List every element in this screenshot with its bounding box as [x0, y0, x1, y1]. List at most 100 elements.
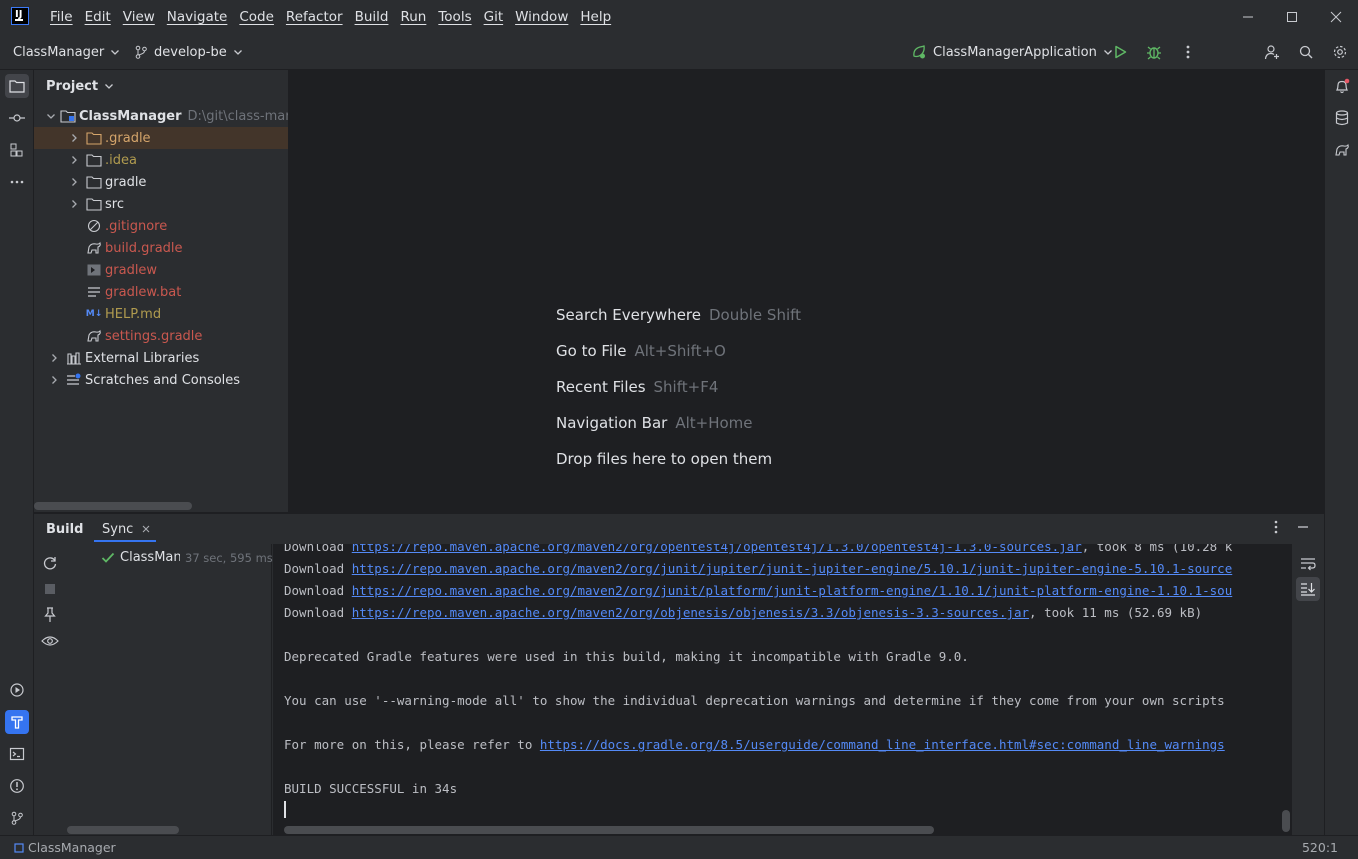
- chevron-down-icon[interactable]: [46, 108, 56, 124]
- account-button[interactable]: [1260, 40, 1284, 64]
- menu-navigate[interactable]: Navigate: [161, 9, 234, 25]
- tree-item-build-gradle[interactable]: build.gradle: [34, 237, 288, 259]
- tree-item-scratches[interactable]: Scratches and Consoles: [34, 369, 288, 391]
- pin-icon: [44, 607, 56, 622]
- tree-item-help-md[interactable]: M↓ HELP.md: [34, 303, 288, 325]
- hint-go-to-file: Go to File Alt+Shift+O: [556, 342, 726, 360]
- database-tool-button[interactable]: [1330, 106, 1354, 130]
- soft-wrap-button[interactable]: [1296, 552, 1320, 576]
- search-icon: [1299, 45, 1313, 59]
- hint-drop-files: Drop files here to open them: [556, 450, 773, 468]
- debug-icon: [1147, 46, 1161, 60]
- menu-view[interactable]: View: [117, 9, 161, 25]
- problems-tool-button[interactable]: [5, 774, 29, 798]
- active-tab-indicator: [94, 540, 156, 542]
- menu-window[interactable]: Window: [509, 9, 574, 25]
- resync-button[interactable]: [38, 551, 62, 575]
- hide-panel-button[interactable]: [1291, 515, 1315, 539]
- hint-recent-files: Recent Files Shift+F4: [556, 378, 719, 396]
- stop-button[interactable]: [38, 577, 62, 601]
- menu-run[interactable]: Run: [394, 9, 432, 25]
- console-link[interactable]: https://repo.maven.apache.org/maven2/org…: [352, 605, 1029, 620]
- pin-button[interactable]: [38, 603, 62, 627]
- commit-tool-button[interactable]: [5, 106, 29, 130]
- build-tool-window: Build Sync ClassMana 37 sec, 595: [34, 513, 1324, 836]
- chevron-right-icon[interactable]: [66, 196, 82, 212]
- minimize-icon: [1243, 16, 1253, 18]
- build-side-actions: [34, 544, 67, 836]
- console-link[interactable]: https://docs.gradle.org/8.5/userguide/co…: [540, 737, 1225, 752]
- console-link[interactable]: https://repo.maven.apache.org/maven2/org…: [352, 544, 1082, 554]
- chevron-right-icon[interactable]: [46, 372, 62, 388]
- tree-item-label: gradle: [105, 174, 147, 190]
- markdown-file-icon: M↓: [85, 309, 103, 319]
- run-config-selector[interactable]: ClassManagerApplication: [911, 34, 1113, 70]
- menu-edit[interactable]: Edit: [79, 9, 117, 25]
- menu-git[interactable]: Git: [478, 9, 510, 25]
- tree-item-gradle[interactable]: gradle: [34, 171, 288, 193]
- console-vertical-scrollbar[interactable]: [1282, 810, 1290, 832]
- tree-item-gradle-cache[interactable]: .gradle: [34, 127, 288, 149]
- menu-code[interactable]: Code: [233, 9, 280, 25]
- more-horizontal-icon: [10, 180, 24, 184]
- debug-button[interactable]: [1142, 40, 1166, 64]
- chevron-right-icon[interactable]: [66, 174, 82, 190]
- close-window-button[interactable]: [1314, 0, 1358, 34]
- tree-item-src[interactable]: src: [34, 193, 288, 215]
- menu-build[interactable]: Build: [349, 9, 395, 25]
- view-options-button[interactable]: [38, 629, 62, 653]
- chevron-right-icon[interactable]: [66, 152, 82, 168]
- tree-root-classmanager[interactable]: ClassManager D:\git\class-mana: [34, 105, 288, 127]
- scroll-to-end-button[interactable]: [1296, 577, 1320, 601]
- caret-position[interactable]: 520:1: [1302, 840, 1338, 855]
- project-tool-button[interactable]: [5, 74, 29, 98]
- terminal-tool-button[interactable]: [5, 742, 29, 766]
- maximize-button[interactable]: [1270, 0, 1314, 34]
- chevron-right-icon[interactable]: [46, 350, 62, 366]
- menu-refactor[interactable]: Refactor: [280, 9, 349, 25]
- menu-help[interactable]: Help: [574, 9, 617, 25]
- menu-file[interactable]: File: [44, 9, 79, 25]
- project-view-selector[interactable]: Project: [46, 77, 114, 95]
- maximize-icon: [1287, 12, 1297, 22]
- hint-navigation-bar: Navigation Bar Alt+Home: [556, 414, 753, 432]
- settings-button[interactable]: [1328, 40, 1352, 64]
- chevron-right-icon[interactable]: [66, 130, 82, 146]
- build-options-button[interactable]: [1264, 515, 1288, 539]
- build-tool-button[interactable]: [5, 710, 29, 734]
- tree-item-gradlew[interactable]: gradlew: [34, 259, 288, 281]
- close-icon[interactable]: [141, 524, 151, 534]
- build-tree-item[interactable]: ClassMana 37 sec, 595 ms: [101, 550, 273, 565]
- tree-item-external-libraries[interactable]: External Libraries: [34, 347, 288, 369]
- project-switcher[interactable]: ClassManager: [13, 34, 120, 70]
- structure-tool-button[interactable]: [5, 138, 29, 162]
- intellij-logo[interactable]: IJ: [11, 7, 29, 25]
- console-link[interactable]: https://repo.maven.apache.org/maven2/org…: [352, 583, 1233, 598]
- tree-item-gradlew-bat[interactable]: gradlew.bat: [34, 281, 288, 303]
- tree-item-idea[interactable]: .idea: [34, 149, 288, 171]
- more-tools-button[interactable]: [5, 170, 29, 194]
- status-project-breadcrumb[interactable]: ClassManager: [14, 840, 116, 855]
- project-horizontal-scrollbar[interactable]: [34, 502, 192, 510]
- gradle-elephant-icon: [1335, 143, 1349, 156]
- run-button[interactable]: [1108, 40, 1132, 64]
- structure-icon: [10, 143, 23, 157]
- more-actions-button[interactable]: [1176, 40, 1200, 64]
- menu-tools[interactable]: Tools: [432, 9, 477, 25]
- build-console-output[interactable]: Download https://repo.maven.apache.org/m…: [273, 544, 1292, 836]
- console-link[interactable]: https://repo.maven.apache.org/maven2/org…: [352, 561, 1233, 576]
- branch-switcher[interactable]: develop-be: [134, 34, 243, 70]
- build-tree-scrollbar[interactable]: [67, 826, 179, 834]
- console-horizontal-scrollbar[interactable]: [284, 826, 934, 834]
- minimize-button[interactable]: [1226, 0, 1270, 34]
- tab-sync[interactable]: Sync: [102, 519, 151, 539]
- tree-item-gitignore[interactable]: .gitignore: [34, 215, 288, 237]
- search-everywhere-button[interactable]: [1294, 40, 1318, 64]
- tab-build[interactable]: Build: [46, 519, 83, 539]
- tree-item-settings-gradle[interactable]: settings.gradle: [34, 325, 288, 347]
- notifications-button[interactable]: [1330, 74, 1354, 98]
- services-tool-button[interactable]: [5, 678, 29, 702]
- gradle-tool-button[interactable]: [1330, 138, 1354, 162]
- git-tool-button[interactable]: [5, 806, 29, 830]
- console-side-actions: [1292, 544, 1324, 836]
